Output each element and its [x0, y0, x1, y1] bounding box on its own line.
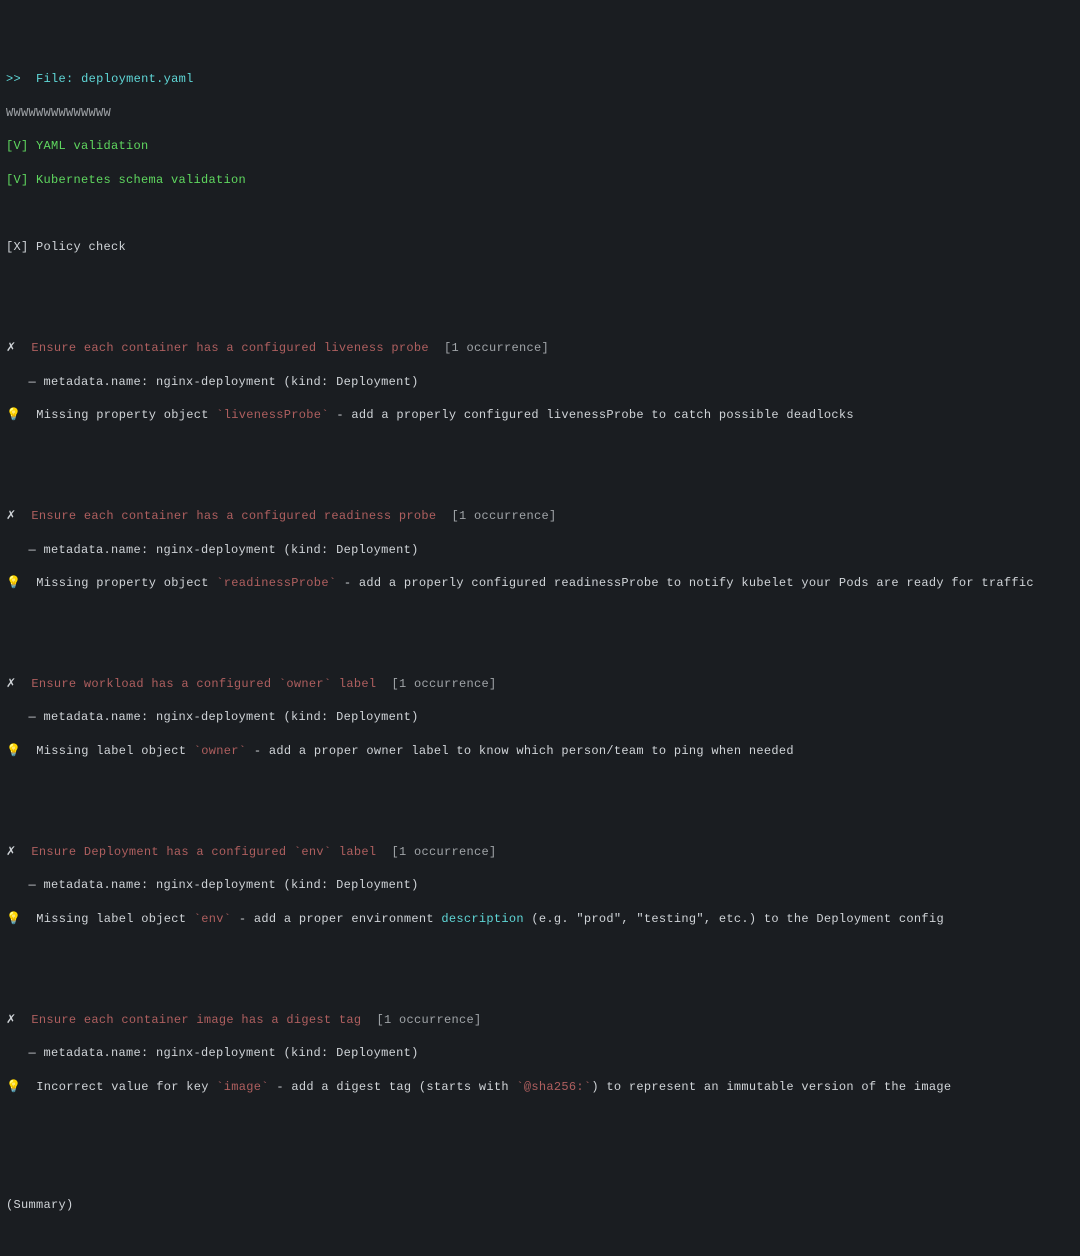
- underline-w: WWWWWWWWWWWWWW: [6, 105, 1074, 122]
- issue-occurrence: [1 occurrence]: [444, 341, 549, 355]
- cross-icon: ✗: [6, 677, 16, 691]
- policy-check-header: [X] Policy check: [6, 239, 1074, 256]
- issue-meta: — metadata.name: nginx-deployment (kind:…: [6, 374, 1074, 391]
- issue-occurrence: [1 occurrence]: [391, 845, 496, 859]
- issue-row: ✗ Ensure workload has a configured `owne…: [6, 676, 1074, 693]
- issue-occurrence: [1 occurrence]: [451, 509, 556, 523]
- issue-row: ✗ Ensure each container has a configured…: [6, 340, 1074, 357]
- issue-meta: — metadata.name: nginx-deployment (kind:…: [6, 542, 1074, 559]
- issue-occurrence: [1 occurrence]: [391, 677, 496, 691]
- bulb-icon: 💡: [6, 912, 21, 926]
- bulb-icon: 💡: [6, 1080, 21, 1094]
- file-label: File:: [36, 72, 74, 86]
- blank: [6, 273, 1074, 290]
- issue-row: ✗ Ensure Deployment has a configured `en…: [6, 844, 1074, 861]
- blank: [6, 1146, 1074, 1163]
- issue-meta: — metadata.name: nginx-deployment (kind:…: [6, 1045, 1074, 1062]
- blank: [6, 777, 1074, 794]
- bulb-icon: 💡: [6, 576, 21, 590]
- bulb-icon: 💡: [6, 744, 21, 758]
- issue-hint: 💡 Incorrect value for key `image` - add …: [6, 1079, 1074, 1096]
- file-header: >> File: deployment.yaml: [6, 71, 1074, 88]
- issue-occurrence: [1 occurrence]: [376, 1013, 481, 1027]
- issue-title: Ensure Deployment has a configured `env`…: [31, 845, 376, 859]
- blank: [6, 206, 1074, 223]
- issue-row: ✗ Ensure each container has a configured…: [6, 508, 1074, 525]
- cross-icon: ✗: [6, 341, 16, 355]
- bulb-icon: 💡: [6, 408, 21, 422]
- issue-title: Ensure each container image has a digest…: [31, 1013, 361, 1027]
- issue-title: Ensure each container has a configured r…: [31, 509, 436, 523]
- issue-hint: 💡 Missing label object `owner` - add a p…: [6, 743, 1074, 760]
- issue-title: Ensure workload has a configured `owner`…: [31, 677, 376, 691]
- summary-header: (Summary): [6, 1197, 1074, 1214]
- file-name: deployment.yaml: [81, 72, 194, 86]
- cross-icon: ✗: [6, 845, 16, 859]
- issue-title: Ensure each container has a configured l…: [31, 341, 429, 355]
- issue-meta: — metadata.name: nginx-deployment (kind:…: [6, 709, 1074, 726]
- issue-row: ✗ Ensure each container image has a dige…: [6, 1012, 1074, 1029]
- blank: [6, 441, 1074, 458]
- issue-meta: — metadata.name: nginx-deployment (kind:…: [6, 877, 1074, 894]
- blank: [6, 609, 1074, 626]
- blank: [6, 1113, 1074, 1130]
- prompt: >>: [6, 72, 21, 86]
- issue-hint: 💡 Missing label object `env` - add a pro…: [6, 911, 1074, 928]
- cross-icon: ✗: [6, 1013, 16, 1027]
- cross-icon: ✗: [6, 509, 16, 523]
- issue-hint: 💡 Missing property object `readinessProb…: [6, 575, 1074, 592]
- issue-hint: 💡 Missing property object `livenessProbe…: [6, 407, 1074, 424]
- blank: [6, 1230, 1074, 1247]
- validation-k8s: [V] Kubernetes schema validation: [6, 172, 1074, 189]
- blank: [6, 945, 1074, 962]
- validation-yaml: [V] YAML validation: [6, 138, 1074, 155]
